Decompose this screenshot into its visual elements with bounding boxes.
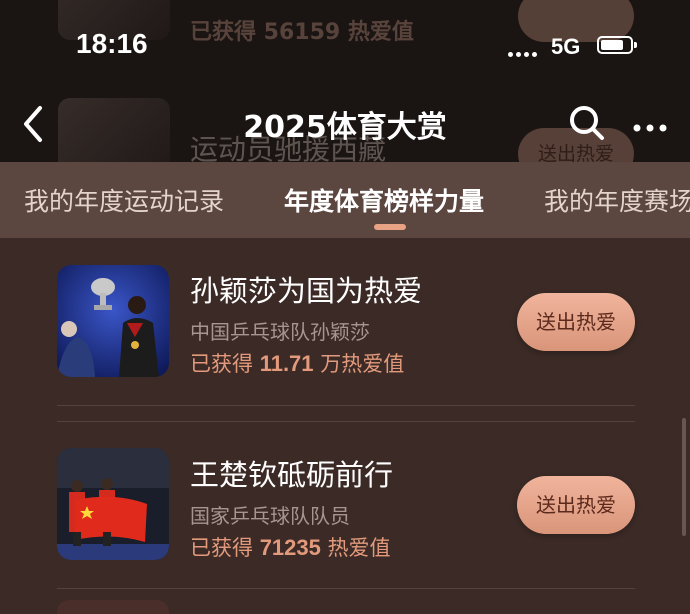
status-bar: 18:16 5G — [0, 26, 690, 66]
stat-value: 11.71 — [259, 351, 314, 376]
list-item[interactable]: 王楚钦砥砺前行 国家乒乓球队队员 已获得 71235 热爱值 送出热爱 — [0, 422, 690, 602]
network-type: 5G — [551, 34, 581, 59]
next-item-thumbnail — [57, 600, 169, 614]
send-love-button[interactable]: 送出热爱 — [517, 476, 635, 534]
stat-prefix: 已获得 — [190, 352, 260, 376]
divider — [57, 588, 635, 589]
stat-suffix: 万热爱值 — [313, 352, 405, 376]
divider — [57, 405, 635, 406]
more-horizontal-icon[interactable] — [632, 118, 668, 132]
item-subtitle: 中国乒乓球队孙颖莎 — [190, 320, 370, 344]
stat-suffix: 热爱值 — [320, 536, 391, 560]
active-tab-indicator — [374, 224, 406, 230]
search-icon[interactable] — [568, 104, 606, 142]
stat-prefix: 已获得 — [190, 536, 260, 560]
tab-bar: 我的年度运动记录 年度体育榜样力量 我的年度赛场 — [0, 162, 690, 238]
stat-value: 71235 — [259, 535, 321, 560]
item-love-count: 已获得 71235 热爱值 — [190, 532, 391, 562]
nav-bar: 2025体育大赏 — [0, 96, 690, 152]
item-subtitle: 国家乒乓球队队员 — [190, 504, 350, 528]
tab-my-annual-arena[interactable]: 我的年度赛场 — [544, 182, 690, 218]
header-area: 已获得 56159 热爱值 运动员驰援西藏 送出热爱 18:16 5G 2025… — [0, 0, 690, 162]
tab-annual-sports-role-models[interactable]: 年度体育榜样力量 — [284, 182, 484, 218]
item-love-count: 已获得 11.71 万热爱值 — [190, 348, 404, 378]
item-title: 王楚钦砥砺前行 — [190, 458, 394, 492]
list-item[interactable]: 孙颖莎为国为热爱 中国乒乓球队孙颖莎 已获得 11.71 万热爱值 送出热爱 — [0, 238, 690, 418]
item-thumbnail — [57, 265, 169, 377]
status-time: 18:16 — [76, 28, 148, 59]
item-thumbnail — [57, 448, 169, 560]
signal-icon — [508, 49, 540, 57]
scrollbar[interactable] — [682, 418, 686, 536]
battery-icon — [597, 36, 637, 54]
send-love-button[interactable]: 送出热爱 — [517, 293, 635, 351]
tab-my-annual-sports-record[interactable]: 我的年度运动记录 — [24, 182, 224, 218]
item-title: 孙颖莎为国为热爱 — [190, 274, 423, 308]
